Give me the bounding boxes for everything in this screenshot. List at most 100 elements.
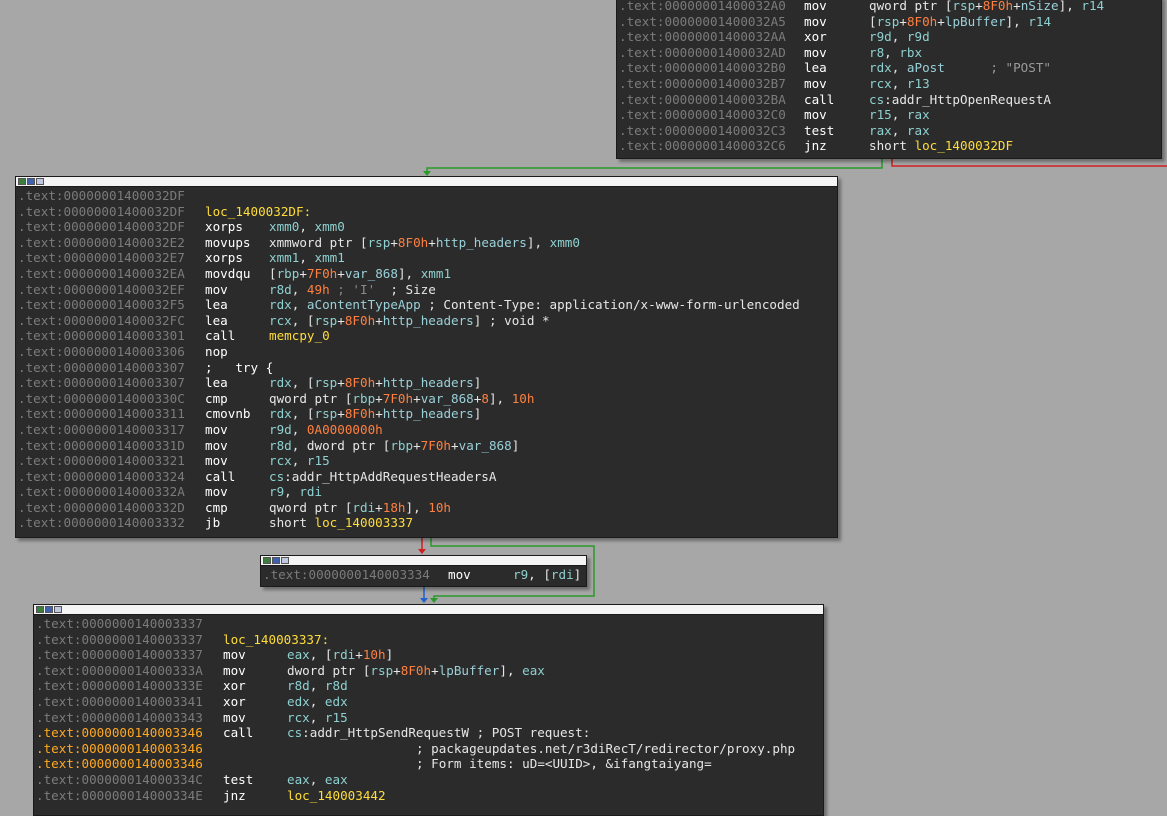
code-line[interactable]: .text:0000000140003311 cmovnb rdx, [rsp+8F… bbox=[18, 406, 837, 422]
code-line[interactable]: .text:000000014000330C cmp qword ptr [rbp+… bbox=[18, 391, 837, 407]
code-line[interactable]: .text:000000014000333A mov dword ptr [rsp+… bbox=[36, 663, 823, 679]
code-address[interactable]: .text:0000000140003334 bbox=[263, 567, 430, 583]
flowchart-icon[interactable] bbox=[36, 178, 44, 185]
graph-view-icon[interactable] bbox=[36, 606, 44, 613]
code-address[interactable]: .text:00000001400032B0 bbox=[619, 60, 786, 76]
code-operands[interactable]: edx, edx bbox=[287, 694, 348, 710]
code-line[interactable]: .text:0000000140003321 mov rcx, r15 bbox=[18, 453, 837, 469]
code-operands[interactable]: r9d, r9d bbox=[869, 29, 930, 45]
code-address[interactable]: .text:00000001400032A5 bbox=[619, 14, 786, 30]
code-address[interactable]: .text:00000001400032C3 bbox=[619, 123, 786, 139]
code-address[interactable]: .text:000000014000334E bbox=[36, 788, 203, 804]
code-line[interactable]: .text:00000001400032E2 movups xmmword ptr … bbox=[18, 235, 837, 251]
code-address[interactable]: .text:00000001400032FC bbox=[18, 313, 185, 329]
code-mnemonic[interactable]: mov bbox=[804, 107, 827, 123]
code-line[interactable]: .text:00000001400032F5 lea rdx, aContentTy… bbox=[18, 297, 837, 313]
code-address[interactable]: .text:0000000140003343 bbox=[36, 710, 203, 726]
code-line[interactable]: .text:000000014000332A mov r9, rdi bbox=[18, 484, 837, 500]
code-mnemonic[interactable]: xorps bbox=[205, 219, 243, 235]
code-operands[interactable]: eax, [rdi+10h] bbox=[287, 647, 393, 663]
code-mnemonic[interactable]: mov bbox=[804, 45, 827, 61]
code-operands[interactable]: r8, rbx bbox=[869, 45, 922, 61]
code-mnemonic[interactable]: mov bbox=[804, 76, 827, 92]
code-address[interactable]: .text:000000014000333E bbox=[36, 678, 203, 694]
code-mnemonic[interactable]: mov bbox=[223, 663, 246, 679]
code-operands[interactable]: r8d, 49h ; 'I' ; Size bbox=[269, 282, 436, 298]
code-operands[interactable]: rdx, [rsp+8F0h+http_headers] bbox=[269, 375, 481, 391]
code-address[interactable]: .text:0000000140003306 bbox=[18, 344, 185, 360]
code-operands[interactable]: dword ptr [rsp+8F0h+lpBuffer], eax bbox=[287, 663, 545, 679]
code-mnemonic[interactable]: test bbox=[223, 772, 253, 788]
code-address[interactable]: .text:00000001400032EA bbox=[18, 266, 185, 282]
code-line[interactable]: .text:00000001400032A0 mov qword ptr [rsp+… bbox=[619, 0, 1161, 14]
color-icon[interactable] bbox=[272, 557, 280, 564]
code-operands[interactable]: [rbp+7F0h+var_868], xmm1 bbox=[269, 266, 451, 282]
code-address[interactable]: .text:0000000140003321 bbox=[18, 453, 185, 469]
code-operands[interactable]: memcpy_0 bbox=[269, 328, 330, 344]
code-line[interactable]: .text:00000001400032C0 mov r15, rax bbox=[619, 107, 1161, 123]
code-line[interactable]: .text:0000000140003337 bbox=[36, 616, 823, 632]
code-line[interactable]: .text:00000001400032E7 xorps xmm1, xmm1 bbox=[18, 250, 837, 266]
code-address[interactable]: .text:000000014000331D bbox=[18, 438, 185, 454]
code-operands[interactable]: r9d, 0A0000000h bbox=[269, 422, 383, 438]
color-icon[interactable] bbox=[45, 606, 53, 613]
code-mnemonic[interactable]: cmovnb bbox=[205, 406, 251, 422]
code-address[interactable]: .text:00000001400032DF bbox=[18, 204, 185, 220]
code-line[interactable]: .text:0000000140003332 jb short loc_140003… bbox=[18, 515, 837, 531]
code-line[interactable]: .text:000000014000332D cmp qword ptr [rdi+… bbox=[18, 500, 837, 516]
code-mnemonic[interactable]: mov bbox=[205, 282, 228, 298]
code-line[interactable]: .text:0000000140003341 xor edx, edx bbox=[36, 694, 823, 710]
code-operands[interactable]: rdx, aContentTypeApp ; Content-Type: app… bbox=[269, 297, 800, 313]
color-icon[interactable] bbox=[27, 178, 35, 185]
code-mnemonic[interactable]: mov bbox=[448, 567, 471, 583]
code-operands[interactable]: qword ptr [rdi+18h], 10h bbox=[269, 500, 451, 516]
code-line[interactable]: .text:00000001400032AD mov r8, rbx bbox=[619, 45, 1161, 61]
code-mnemonic[interactable]: lea bbox=[205, 375, 228, 391]
code-mnemonic[interactable]: xorps bbox=[205, 250, 243, 266]
code-line[interactable]: .text:0000000140003337 loc_140003337: bbox=[36, 632, 823, 648]
code-line[interactable]: .text:000000014000334C test eax, eax bbox=[36, 772, 823, 788]
code-line[interactable]: .text:0000000140003346 ; Form items: uD=<… bbox=[36, 756, 823, 772]
code-address[interactable]: .text:00000001400032AD bbox=[619, 45, 786, 61]
code-line[interactable]: .text:000000014000333E xor r8d, r8d bbox=[36, 678, 823, 694]
code-operands[interactable]: loc_140003442 bbox=[287, 788, 386, 804]
code-mnemonic[interactable]: mov bbox=[223, 647, 246, 663]
code-address[interactable]: .text:00000001400032B7 bbox=[619, 76, 786, 92]
code-operands[interactable]: cs:addr_HttpOpenRequestA bbox=[869, 92, 1051, 108]
graph-view-icon[interactable] bbox=[18, 178, 26, 185]
code-line[interactable]: .text:00000001400032C3 test rax, rax bbox=[619, 123, 1161, 139]
code-address[interactable]: .text:00000001400032E7 bbox=[18, 250, 185, 266]
code-operands[interactable]: r9, [rdi] bbox=[513, 567, 581, 583]
code-mnemonic[interactable]: lea bbox=[804, 60, 827, 76]
code-line[interactable]: .text:0000000140003346 ; packageupdates.n… bbox=[36, 741, 823, 757]
code-line[interactable]: .text:00000001400032DF bbox=[18, 188, 837, 204]
code-mnemonic[interactable]: jb bbox=[205, 515, 220, 531]
code-mnemonic[interactable]: mov bbox=[223, 710, 246, 726]
code-line[interactable]: .text:000000014000331D mov r8d, dword ptr … bbox=[18, 438, 837, 454]
code-address[interactable]: .text:00000001400032DF bbox=[18, 188, 185, 204]
code-operands[interactable]: rcx, r15 bbox=[287, 710, 348, 726]
code-address[interactable]: .text:00000001400032A0 bbox=[619, 0, 786, 14]
code-mnemonic[interactable]: mov bbox=[205, 484, 228, 500]
code-mnemonic[interactable]: lea bbox=[205, 297, 228, 313]
code-address[interactable]: .text:0000000140003311 bbox=[18, 406, 185, 422]
code-address[interactable]: .text:000000014000332A bbox=[18, 484, 185, 500]
code-operands[interactable]: xmmword ptr [rsp+8F0h+http_headers], xmm… bbox=[269, 235, 580, 251]
code-operands[interactable]: short loc_140003337 bbox=[269, 515, 413, 531]
code-address[interactable]: .text:0000000140003307 bbox=[18, 375, 185, 391]
code-mnemonic[interactable]: jnz bbox=[223, 788, 246, 804]
code-mnemonic[interactable]: mov bbox=[205, 453, 228, 469]
code-operands[interactable]: r9, rdi bbox=[269, 484, 322, 500]
code-operands[interactable]: cs:addr_HttpAddRequestHeadersA bbox=[269, 469, 496, 485]
code-line[interactable]: .text:0000000140003307 ; try { bbox=[18, 360, 837, 376]
code-address[interactable]: .text:0000000140003317 bbox=[18, 422, 185, 438]
code-line[interactable]: .text:0000000140003301 call memcpy_0 bbox=[18, 328, 837, 344]
code-line[interactable]: .text:00000001400032DF xorps xmm0, xmm0 bbox=[18, 219, 837, 235]
code-line[interactable]: .text:00000001400032AA xor r9d, r9d bbox=[619, 29, 1161, 45]
flowchart-icon[interactable] bbox=[54, 606, 62, 613]
code-line[interactable]: .text:00000001400032B0 lea rdx, aPost ; "P… bbox=[619, 60, 1161, 76]
code-address[interactable]: .text:000000014000332D bbox=[18, 500, 185, 516]
code-address[interactable]: .text:0000000140003346 bbox=[36, 725, 203, 741]
code-line[interactable]: .text:0000000140003324 call cs:addr_HttpAd… bbox=[18, 469, 837, 485]
code-address[interactable]: .text:00000001400032C0 bbox=[619, 107, 786, 123]
